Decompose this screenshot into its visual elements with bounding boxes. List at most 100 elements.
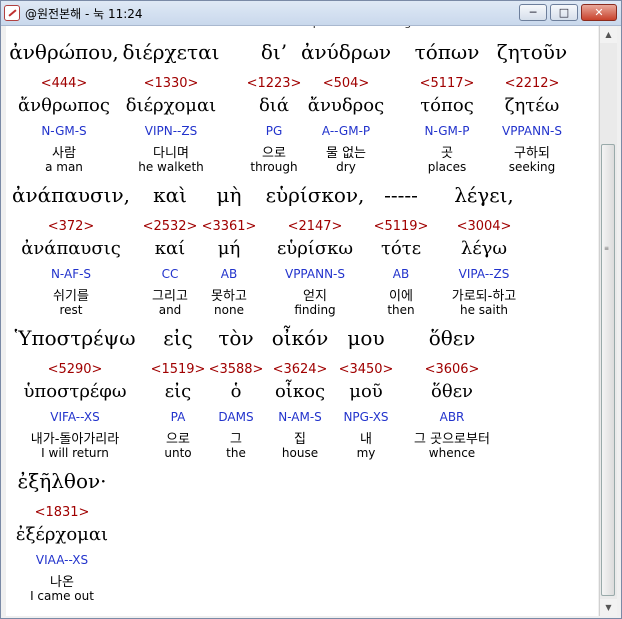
word-greek[interactable]: λέγει, bbox=[454, 183, 514, 207]
word-korean: 나온 bbox=[50, 575, 74, 590]
word-greek[interactable]: ἐξῆλθον· bbox=[17, 469, 106, 493]
minimize-button[interactable]: ─ bbox=[519, 4, 547, 21]
word-parse: VIPN--ZS bbox=[144, 124, 198, 138]
cut-english-word: when bbox=[34, 26, 64, 29]
word-strong[interactable]: <5117> bbox=[420, 76, 475, 91]
word-greek[interactable]: δι’ bbox=[261, 40, 287, 64]
word-korean: 그리고 bbox=[152, 289, 188, 304]
word-english: finding bbox=[294, 303, 336, 317]
word-greek[interactable]: διέρχεται bbox=[123, 40, 220, 64]
word-english: seeking bbox=[508, 160, 556, 174]
word-lemma: μή bbox=[217, 238, 241, 259]
word-korean: 가로되-하고 bbox=[451, 289, 517, 304]
word-lemma: ὅθεν bbox=[431, 381, 473, 402]
word-english: I came out bbox=[30, 589, 94, 603]
scrollbar-thumb[interactable] bbox=[601, 144, 615, 596]
word-lemma: μοῦ bbox=[349, 381, 383, 402]
word-parse: CC bbox=[161, 267, 179, 281]
word-english: house bbox=[281, 446, 319, 460]
word-strong[interactable]: <3004> bbox=[457, 219, 512, 234]
word-greek[interactable]: ζητοῦν bbox=[497, 40, 567, 64]
word-lemma: λέγω bbox=[460, 238, 508, 259]
cut-off-english-row: when the unclean spirit is gone out of the bbox=[6, 26, 598, 32]
word-greek[interactable]: καὶ bbox=[153, 183, 187, 207]
word-strong[interactable]: <1330> bbox=[144, 76, 199, 91]
word-parse: VIAA--XS bbox=[35, 553, 89, 567]
word-strong[interactable]: <3588> bbox=[209, 362, 264, 377]
word-strong[interactable]: <5290> bbox=[48, 362, 103, 377]
word-lemma: ἄνυδρος bbox=[307, 95, 385, 116]
title-bar[interactable]: @원전본해 - 눅 11:24 ─ □ ✕ bbox=[1, 1, 621, 26]
interlinear-view: when the unclean spirit is gone out of the ἀνθ… bbox=[6, 26, 598, 616]
word-greek[interactable]: τόπων bbox=[415, 40, 480, 64]
scrollbar-grip-icon: ≡ bbox=[604, 245, 610, 252]
cut-english-word: is gone out bbox=[392, 26, 453, 29]
word-korean: 내 bbox=[360, 432, 372, 447]
word-korean: 얻지 bbox=[303, 289, 327, 304]
word-greek[interactable]: ἀνύδρων bbox=[301, 40, 391, 64]
word-greek[interactable]: τὸν bbox=[218, 326, 253, 350]
word-parse: N-GM-S bbox=[41, 124, 87, 138]
word-korean: 내가-돌아가리라 bbox=[30, 432, 120, 447]
word-greek[interactable]: μὴ bbox=[217, 183, 242, 207]
word-greek[interactable]: ----- bbox=[384, 183, 418, 207]
word-greek[interactable]: μου bbox=[347, 326, 384, 350]
word-strong[interactable]: <2147> bbox=[288, 219, 343, 234]
word-english: whence bbox=[428, 446, 476, 460]
scroll-down-arrow-icon[interactable]: ▼ bbox=[600, 599, 617, 616]
word-strong[interactable]: <2212> bbox=[505, 76, 560, 91]
word-greek[interactable]: εὑρίσκον, bbox=[266, 183, 365, 207]
word-lemma: ἀνάπαυσις bbox=[21, 238, 121, 259]
word-strong[interactable]: <444> bbox=[41, 76, 88, 91]
word-parse: A--GM-P bbox=[321, 124, 371, 138]
word-greek[interactable]: εἰς bbox=[163, 326, 192, 350]
window-title: @원전본해 - 눅 11:24 bbox=[25, 7, 143, 21]
word-lemma: ἄνθρωπος bbox=[18, 95, 110, 116]
cut-english-word: of bbox=[490, 26, 501, 29]
word-lemma: οἶκος bbox=[274, 381, 326, 402]
cut-english-word: the bbox=[550, 26, 568, 29]
word-lemma: τότε bbox=[380, 238, 422, 259]
word-strong[interactable]: <3450> bbox=[339, 362, 394, 377]
word-lemma: διά bbox=[258, 95, 290, 116]
word-parse: NPG-XS bbox=[343, 410, 389, 424]
word-lemma: ὑποστρέφω bbox=[23, 381, 127, 402]
word-greek[interactable]: ἀνάπαυσιν, bbox=[12, 183, 130, 207]
word-strong[interactable]: <3361> bbox=[202, 219, 257, 234]
word-strong[interactable]: <372> bbox=[48, 219, 95, 234]
word-english: then bbox=[387, 303, 415, 317]
word-english: he walketh bbox=[138, 160, 204, 174]
word-strong[interactable]: <2532> bbox=[143, 219, 198, 234]
close-button[interactable]: ✕ bbox=[581, 4, 617, 21]
word-lemma: εὑρίσκω bbox=[276, 238, 354, 259]
word-greek[interactable]: οἶκόν bbox=[272, 326, 329, 350]
scroll-up-arrow-icon[interactable]: ▲ bbox=[600, 26, 617, 43]
word-strong[interactable]: <3606> bbox=[425, 362, 480, 377]
word-parse: DAMS bbox=[218, 410, 254, 424]
word-parse: ABR bbox=[439, 410, 465, 424]
word-strong[interactable]: <504> bbox=[323, 76, 370, 91]
word-english: my bbox=[356, 446, 376, 460]
word-korean: 쉬기를 bbox=[53, 289, 89, 304]
word-strong[interactable]: <1223> bbox=[247, 76, 302, 91]
word-korean: 구하되 bbox=[514, 146, 550, 161]
word-parse: PG bbox=[265, 124, 283, 138]
app-icon[interactable] bbox=[4, 5, 20, 21]
word-parse: AB bbox=[392, 267, 410, 281]
word-lemma: ἐξέρχομαι bbox=[15, 524, 109, 545]
maximize-button[interactable]: □ bbox=[550, 4, 578, 21]
word-greek[interactable]: ἀνθρώπου, bbox=[9, 40, 118, 64]
word-strong[interactable]: <1831> bbox=[35, 505, 90, 520]
vertical-scrollbar[interactable]: ▲ ≡ ▼ bbox=[599, 26, 617, 616]
word-strong[interactable]: <5119> bbox=[374, 219, 429, 234]
cut-english-word: the bbox=[100, 26, 118, 29]
word-greek[interactable]: Ὑποστρέψω bbox=[14, 326, 135, 350]
word-english: unto bbox=[164, 446, 192, 460]
word-greek[interactable]: ὅθεν bbox=[429, 326, 476, 350]
word-strong[interactable]: <1519> bbox=[151, 362, 206, 377]
word-english: places bbox=[427, 160, 467, 174]
word-lemma: εἰς bbox=[164, 381, 192, 402]
word-english: the bbox=[226, 446, 246, 460]
word-strong[interactable]: <3624> bbox=[273, 362, 328, 377]
word-lemma: καί bbox=[154, 238, 186, 259]
